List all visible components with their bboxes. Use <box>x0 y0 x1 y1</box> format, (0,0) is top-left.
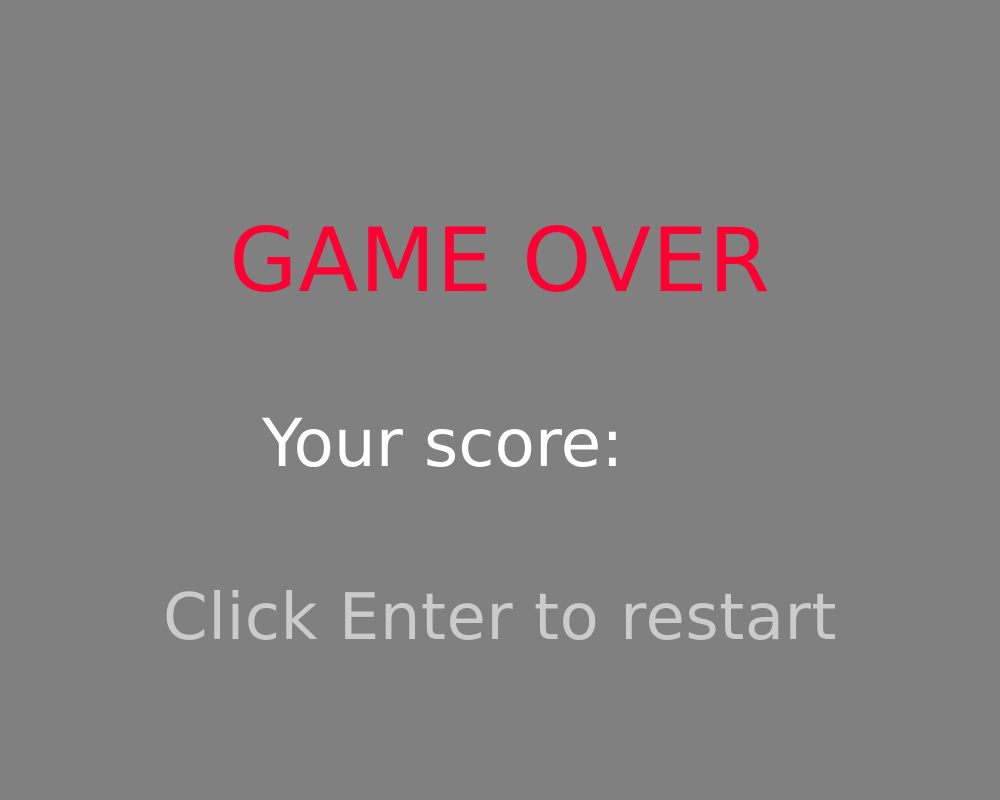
score-label: Your score: <box>262 405 624 482</box>
score-display: Your score: <box>262 404 641 484</box>
game-over-title: GAME OVER <box>229 209 771 312</box>
game-over-screen: GAME OVER Your score: Click Enter to res… <box>0 0 1000 800</box>
restart-hint: Click Enter to restart <box>163 581 837 655</box>
